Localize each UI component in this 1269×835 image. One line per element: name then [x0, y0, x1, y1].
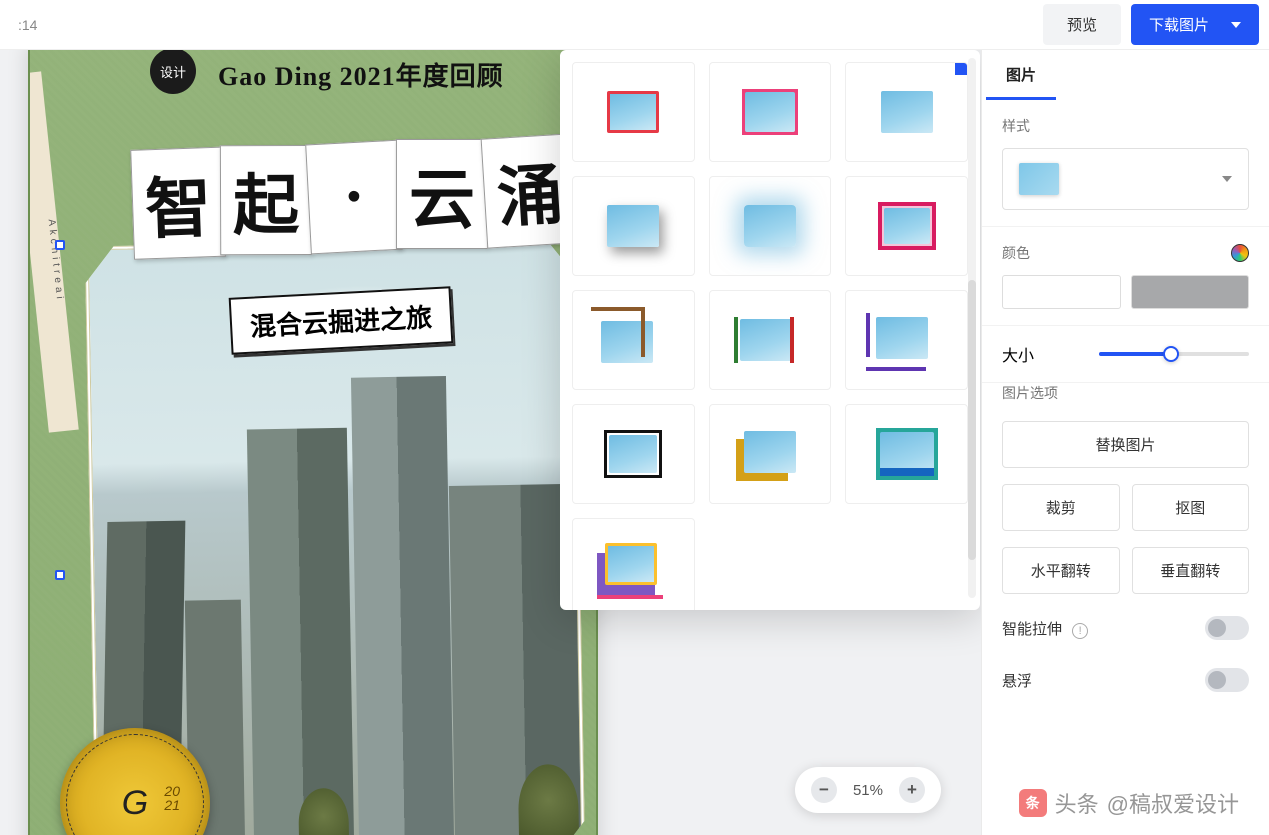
canvas[interactable]: Akchitreai 设计 Gao Ding 2021年度回顾 智 起 · 云 … — [0, 50, 981, 835]
toutiao-icon: 条 — [1019, 789, 1047, 817]
color-swatch-1[interactable] — [1002, 275, 1121, 309]
flip-horizontal-button[interactable]: 水平翻转 — [1002, 547, 1120, 594]
label-color: 颜色 — [1002, 243, 1030, 263]
style-option-black-frame[interactable] — [572, 404, 695, 504]
timestamp: :14 — [10, 17, 37, 33]
label-style: 样式 — [1002, 116, 1249, 136]
style-option-purple-l[interactable] — [845, 290, 968, 390]
current-style-swatch — [1019, 163, 1059, 195]
style-option-corner[interactable] — [845, 62, 968, 162]
preview-button[interactable]: 预览 — [1043, 4, 1121, 45]
design-badge: 设计 — [150, 50, 196, 94]
scrollbar-thumb[interactable] — [968, 280, 976, 560]
color-swatch-2[interactable] — [1131, 275, 1250, 309]
style-popover — [560, 50, 980, 610]
zoom-control: − 51% + — [795, 767, 941, 813]
watermark-handle: @稿叔爱设计 — [1107, 787, 1239, 819]
palette-icon[interactable] — [1231, 244, 1249, 262]
seal-year1: 20 — [164, 784, 180, 798]
chevron-down-icon — [1222, 176, 1232, 182]
label-smart-stretch: 智能拉伸 — [1002, 621, 1062, 638]
style-option-brown-l[interactable] — [572, 290, 695, 390]
seal-ring-text — [66, 734, 204, 835]
cutout-button[interactable]: 抠图 — [1132, 484, 1250, 531]
download-button[interactable]: 下载图片 — [1131, 4, 1259, 45]
style-option-green-red-bars[interactable] — [709, 290, 832, 390]
label-float: 悬浮 — [1002, 670, 1032, 691]
title-char: 云 — [396, 139, 488, 249]
label-size: 大小 — [1002, 342, 1034, 366]
sub-banner[interactable]: 混合云掘进之旅 — [229, 286, 454, 355]
crop-button[interactable]: 裁剪 — [1002, 484, 1120, 531]
title-char: 起 — [220, 145, 312, 255]
zoom-value[interactable]: 51% — [853, 782, 883, 799]
zoom-out-button[interactable]: − — [811, 777, 837, 803]
style-selector[interactable] — [1002, 148, 1249, 210]
style-option-pink-border[interactable] — [709, 62, 832, 162]
flip-vertical-button[interactable]: 垂直翻转 — [1132, 547, 1250, 594]
tab-image[interactable]: 图片 — [986, 50, 1056, 100]
title-char: · — [305, 140, 403, 255]
style-option-teal-blue[interactable] — [845, 404, 968, 504]
style-option-multicolor[interactable] — [572, 518, 695, 610]
poster[interactable]: Akchitreai 设计 Gao Ding 2021年度回顾 智 起 · 云 … — [28, 50, 598, 835]
replace-image-button[interactable]: 替换图片 — [1002, 421, 1249, 468]
selection-handle[interactable] — [55, 570, 65, 580]
size-slider[interactable] — [1099, 352, 1249, 356]
info-icon[interactable]: ! — [1072, 623, 1088, 639]
float-toggle[interactable] — [1205, 668, 1249, 692]
chevron-down-icon — [1231, 22, 1241, 28]
style-option-red-border[interactable] — [572, 62, 695, 162]
poster-subtitle: Gao Ding 2021年度回顾 — [218, 56, 504, 93]
download-label: 下载图片 — [1149, 14, 1209, 35]
watermark-prefix: 头条 — [1055, 787, 1099, 819]
style-option-shadow[interactable] — [572, 176, 695, 276]
title-blocks[interactable]: 智 起 · 云 涌 — [134, 134, 578, 259]
watermark: 条 头条 @稿叔爱设计 — [1019, 787, 1239, 819]
style-option-gold-stack[interactable] — [709, 404, 832, 504]
style-option-glow[interactable] — [709, 176, 832, 276]
label-image-options: 图片选项 — [982, 383, 1269, 413]
selection-handle[interactable] — [55, 240, 65, 250]
right-panel: 图片 样式 颜色 大小 — [981, 50, 1269, 835]
smart-stretch-toggle[interactable] — [1205, 616, 1249, 640]
title-char: 智 — [130, 147, 226, 260]
style-option-magenta[interactable] — [845, 176, 968, 276]
zoom-in-button[interactable]: + — [899, 777, 925, 803]
seal-year2: 21 — [164, 798, 180, 812]
